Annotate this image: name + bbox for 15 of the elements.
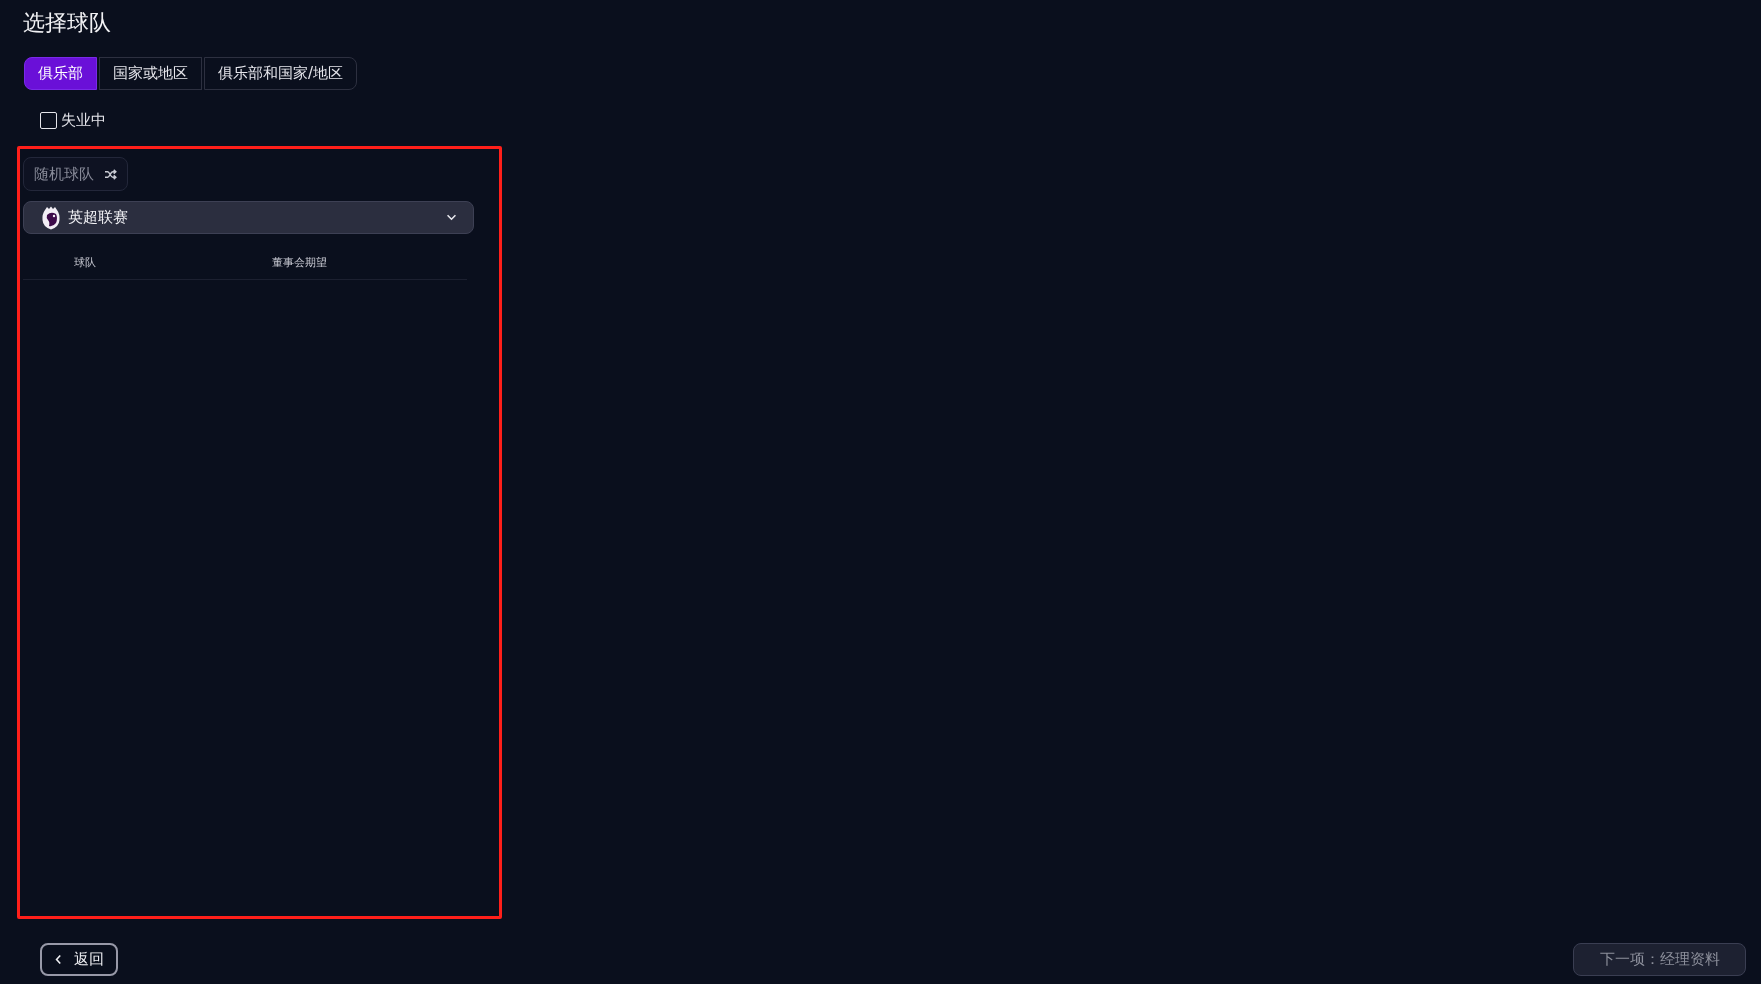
chevron-left-icon [54,954,62,965]
page-title: 选择球队 [23,9,111,37]
column-header[interactable]: 球队 [74,255,96,270]
league-dropdown[interactable]: 英超联赛 [23,201,474,234]
lion-crest-icon [41,205,61,230]
filter-tab[interactable]: 俱乐部和国家/地区 [204,57,358,90]
filter-tab[interactable]: 国家或地区 [99,57,202,90]
back-button[interactable]: 返回 [40,943,118,976]
shuffle-icon [104,168,117,180]
checkbox-label: 失业中 [61,110,106,130]
chevron-down-icon [446,214,457,221]
column-header[interactable]: 董事会期望 [272,255,327,270]
filter-tab[interactable]: 俱乐部 [24,57,97,90]
checkbox[interactable] [40,111,57,129]
random-team-button[interactable]: 随机球队 [23,157,128,191]
